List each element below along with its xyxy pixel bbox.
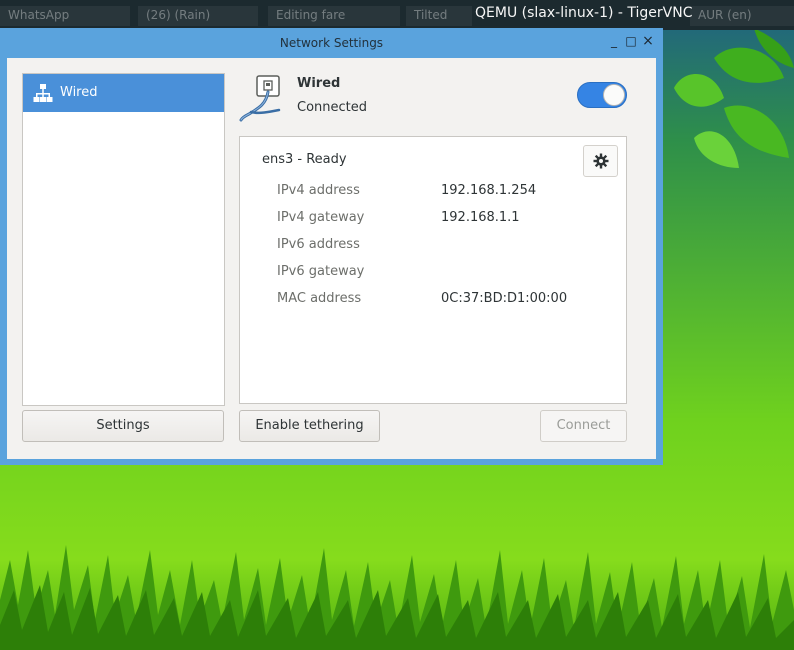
window-content: Wired Settings Wired Connected ens3 - Re… [7, 58, 656, 459]
wallpaper-leaves [674, 28, 794, 168]
ipv4-address-label: IPv4 address [277, 183, 360, 198]
sidebar-item-wired[interactable]: Wired [23, 74, 224, 112]
background-tab: AUR (en) [690, 6, 794, 26]
background-tab: Tilted [406, 6, 472, 26]
minimize-button[interactable]: _ [607, 34, 621, 48]
network-wired-icon [33, 83, 53, 107]
enable-tethering-button[interactable]: Enable tethering [239, 410, 380, 442]
ipv4-gateway-value: 192.168.1.1 [441, 210, 520, 225]
background-tab: (26) (Rain) [138, 6, 258, 26]
wallpaper-grass [0, 545, 794, 650]
sidebar-item-label: Wired [60, 85, 98, 100]
network-settings-window: Network Settings _ □ × Wired Settings Wi… [0, 28, 663, 465]
mac-address-label: MAC address [277, 291, 362, 306]
settings-button[interactable]: Settings [22, 410, 224, 442]
toggle-knob [603, 84, 625, 106]
connect-button[interactable]: Connect [540, 410, 627, 442]
ipv6-address-label: IPv6 address [277, 237, 360, 252]
background-tab: WhatsApp [0, 6, 130, 26]
vnc-host-bar: WhatsApp (26) (Rain) Editing fare Tilted… [0, 0, 794, 30]
mac-address-value: 0C:37:BD:D1:00:00 [441, 291, 568, 306]
device-details-panel: ens3 - Ready IPv4 address 192.168.1.254 … [239, 136, 627, 404]
connection-list: Wired [22, 73, 225, 406]
close-button[interactable]: × [641, 34, 655, 48]
vnc-window-title: QEMU (slax-linux-1) - TigerVNC [475, 5, 693, 21]
ipv4-gateway-label: IPv4 gateway [277, 210, 365, 225]
connection-title: Wired [297, 76, 341, 91]
wired-toggle-switch[interactable] [577, 82, 627, 108]
ethernet-cable-icon [239, 74, 289, 126]
window-title: Network Settings [279, 36, 384, 50]
ipv4-address-value: 192.168.1.254 [441, 183, 537, 198]
maximize-button[interactable]: □ [624, 34, 638, 48]
device-settings-button[interactable] [583, 145, 618, 177]
window-titlebar[interactable]: Network Settings _ □ × [0, 28, 663, 58]
device-name: ens3 - Ready [262, 152, 347, 167]
background-tab: Editing fare [268, 6, 400, 26]
connection-status: Connected [297, 100, 368, 115]
ipv6-gateway-label: IPv6 gateway [277, 264, 365, 279]
